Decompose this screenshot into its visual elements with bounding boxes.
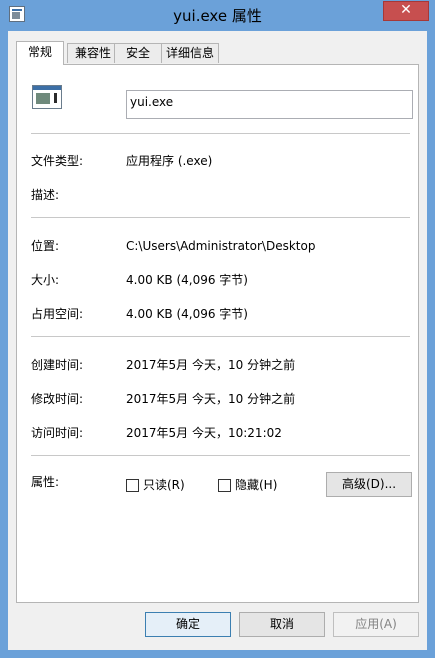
size-on-disk-value: 4.00 KB (4,096 字节) (126, 307, 248, 321)
location-label: 位置: (31, 239, 60, 253)
readonly-label[interactable]: 只读(R) (143, 478, 185, 493)
accessed-label: 访问时间: (31, 426, 84, 440)
apply-button[interactable]: 应用(A) (333, 612, 419, 637)
close-button[interactable]: ✕ (383, 1, 429, 21)
advanced-button[interactable]: 高级(D)... (326, 472, 412, 497)
hidden-label[interactable]: 隐藏(H) (235, 478, 277, 493)
attributes-label: 属性: (31, 475, 60, 489)
hidden-checkbox[interactable] (218, 479, 231, 492)
size-on-disk-label: 占用空间: (31, 307, 84, 321)
properties-window: yui.exe 属性 ✕ 常规 兼容性 安全 详细信息 文件类型: 应用程序 (… (0, 0, 435, 658)
separator (31, 336, 410, 337)
tab-compatibility[interactable]: 兼容性 (67, 43, 119, 63)
ok-button[interactable]: 确定 (145, 612, 231, 637)
dialog-client: 常规 兼容性 安全 详细信息 文件类型: 应用程序 (.exe) 描述: 位置:… (8, 31, 427, 650)
title-bar[interactable]: yui.exe 属性 ✕ (0, 0, 435, 30)
file-type-label: 文件类型: (31, 154, 84, 168)
separator (31, 133, 410, 134)
description-label: 描述: (31, 188, 60, 202)
separator (31, 217, 410, 218)
general-panel: 文件类型: 应用程序 (.exe) 描述: 位置: C:\Users\Admin… (16, 64, 419, 603)
created-label: 创建时间: (31, 358, 84, 372)
exe-file-icon (32, 85, 62, 109)
separator (31, 455, 410, 456)
tab-details[interactable]: 详细信息 (161, 43, 219, 63)
window-title: yui.exe 属性 (173, 7, 262, 25)
filename-input[interactable] (126, 90, 413, 119)
size-label: 大小: (31, 273, 60, 287)
location-value: C:\Users\Administrator\Desktop (126, 239, 316, 253)
readonly-checkbox[interactable] (126, 479, 139, 492)
modified-label: 修改时间: (31, 392, 84, 406)
tab-general[interactable]: 常规 (16, 41, 64, 65)
file-type-value: 应用程序 (.exe) (126, 154, 213, 168)
cancel-button[interactable]: 取消 (239, 612, 325, 637)
size-value: 4.00 KB (4,096 字节) (126, 273, 248, 287)
accessed-value: 2017年5月 今天，10:21:02 (126, 426, 282, 440)
tab-security[interactable]: 安全 (114, 43, 162, 63)
modified-value: 2017年5月 今天，10 分钟之前 (126, 392, 296, 406)
created-value: 2017年5月 今天，10 分钟之前 (126, 358, 296, 372)
